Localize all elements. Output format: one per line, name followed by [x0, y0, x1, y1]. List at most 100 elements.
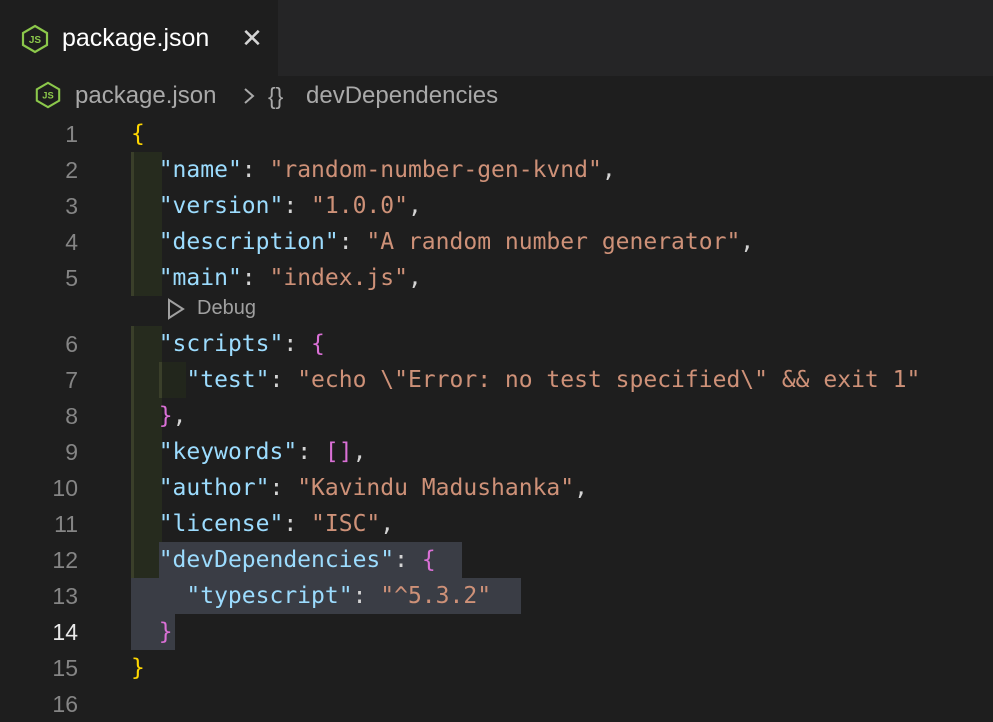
code-text: }, — [131, 398, 187, 434]
code-token: { — [421, 547, 436, 573]
code-token: } — [131, 655, 145, 681]
code-token: , — [740, 229, 755, 255]
json-js-file-icon: JS — [35, 81, 61, 109]
code-token: : — [297, 439, 325, 465]
tab-bar: JS package.json ✕ — [0, 0, 993, 76]
code-line[interactable]: 4 "description": "A random number genera… — [0, 224, 993, 260]
play-icon — [168, 298, 185, 320]
code-text: "main": "index.js", — [131, 260, 422, 296]
code-token: , — [407, 265, 422, 291]
code-token: : — [352, 583, 381, 609]
line-number: 8 — [65, 403, 78, 429]
line-number: 9 — [65, 439, 78, 465]
breadcrumb-symbol[interactable]: devDependencies — [306, 80, 498, 112]
object-symbol-icon: {} — [268, 83, 284, 109]
code-token: "devDependencies" — [158, 547, 395, 573]
code-token: "random-number-gen-kvnd" — [269, 157, 602, 183]
code-editor[interactable]: Debug 1{2 "name": "random-number-gen-kvn… — [0, 116, 993, 717]
debug-label: Debug — [197, 297, 256, 319]
code-line[interactable]: 8 }, — [0, 398, 993, 434]
code-text: "keywords": [], — [131, 434, 367, 470]
code-token: : — [283, 193, 312, 219]
code-text: "license": "ISC", — [131, 506, 394, 542]
code-token: "ISC" — [311, 511, 381, 537]
tab-package-json[interactable]: JS package.json ✕ — [0, 0, 278, 76]
line-number: 2 — [65, 157, 78, 183]
code-token: [] — [324, 439, 353, 465]
line-number: 15 — [52, 655, 78, 681]
code-token: "typescript" — [186, 583, 353, 609]
line-number: 4 — [65, 229, 78, 255]
code-token: : — [283, 511, 312, 537]
tab-label: package.json — [62, 24, 210, 52]
code-text: "typescript": "^5.3.2" — [131, 578, 491, 614]
line-number: 14 — [52, 619, 78, 645]
code-line[interactable]: 13 "typescript": "^5.3.2" — [0, 578, 993, 614]
code-line[interactable]: 1{ — [0, 116, 993, 152]
chevron-right-icon — [244, 88, 255, 104]
code-line[interactable]: 3 "version": "1.0.0", — [0, 188, 993, 224]
code-text: "description": "A random number generato… — [131, 224, 754, 260]
code-token: : — [338, 229, 367, 255]
code-token: "1.0.0" — [311, 193, 408, 219]
code-text: "author": "Kavindu Madushanka", — [131, 470, 588, 506]
breadcrumb: JS package.json {} devDependencies — [0, 76, 993, 116]
code-token: "name" — [158, 157, 242, 183]
code-token: : — [283, 331, 312, 357]
code-token: "author" — [158, 475, 270, 501]
code-line[interactable]: 15} — [0, 650, 993, 686]
line-number: 1 — [65, 121, 78, 147]
line-number: 16 — [52, 691, 78, 717]
code-token: "test" — [186, 367, 270, 393]
code-text: "name": "random-number-gen-kvnd", — [131, 152, 616, 188]
code-token: "Kavindu Madushanka" — [297, 475, 575, 501]
code-token: "echo \"Error: no test specified\" && ex… — [297, 367, 921, 393]
code-token: "version" — [158, 193, 284, 219]
code-text: { — [131, 116, 145, 152]
code-token: , — [352, 439, 367, 465]
line-number: 13 — [52, 583, 78, 609]
line-number: 6 — [65, 331, 78, 357]
code-token: "index.js" — [269, 265, 408, 291]
code-line[interactable]: 11 "license": "ISC", — [0, 506, 993, 542]
svg-text:JS: JS — [42, 91, 53, 101]
code-line[interactable]: 14 } — [0, 614, 993, 650]
code-token: } — [158, 619, 173, 645]
code-token: "^5.3.2" — [380, 583, 492, 609]
code-token: "description" — [158, 229, 339, 255]
code-token: "keywords" — [158, 439, 298, 465]
code-token: : — [241, 265, 270, 291]
code-token: , — [380, 511, 395, 537]
svg-text:JS: JS — [29, 35, 42, 46]
code-token: , — [601, 157, 616, 183]
code-line[interactable]: 5 "main": "index.js", — [0, 260, 993, 296]
code-line[interactable]: 12 "devDependencies": { — [0, 542, 993, 578]
line-number: 12 — [52, 547, 78, 573]
code-token: : — [269, 475, 298, 501]
line-number: 5 — [65, 265, 78, 291]
code-line[interactable]: 6 "scripts": { — [0, 326, 993, 362]
line-number: 7 — [65, 367, 78, 393]
code-text: } — [131, 650, 145, 686]
code-line[interactable]: 9 "keywords": [], — [0, 434, 993, 470]
breadcrumb-file[interactable]: package.json — [75, 80, 216, 112]
code-line[interactable]: 7 "test": "echo \"Error: no test specifi… — [0, 362, 993, 398]
code-text: } — [131, 614, 173, 650]
code-line[interactable]: 2 "name": "random-number-gen-kvnd", — [0, 152, 993, 188]
code-token: "license" — [158, 511, 284, 537]
code-text: "test": "echo \"Error: no test specified… — [131, 362, 920, 398]
code-line[interactable]: 16 — [0, 686, 993, 722]
code-line[interactable]: 10 "author": "Kavindu Madushanka", — [0, 470, 993, 506]
code-text: "devDependencies": { — [131, 542, 436, 578]
code-token: "main" — [158, 265, 242, 291]
close-icon[interactable]: ✕ — [238, 22, 266, 54]
code-token: { — [131, 121, 145, 147]
code-token: : — [394, 547, 422, 573]
